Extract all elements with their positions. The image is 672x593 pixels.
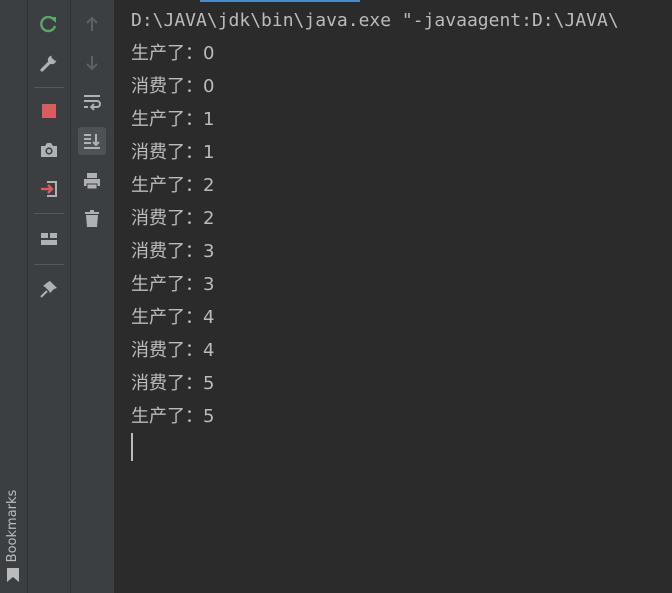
command-line: D:\JAVA\jdk\bin\java.exe "-javaagent:D:\… <box>131 10 619 31</box>
output-line: 生产了：2 <box>131 175 215 196</box>
layout-icon <box>41 233 57 245</box>
login-button[interactable] <box>35 175 63 203</box>
text-caret <box>131 433 133 461</box>
rerun-button[interactable] <box>35 10 63 38</box>
toolbar-separator <box>34 213 64 214</box>
bookmark-icon <box>7 568 19 582</box>
output-line: 生产了：4 <box>131 307 215 328</box>
bookmarks-tab[interactable]: Bookmarks <box>0 463 27 593</box>
tab-highlight <box>200 0 360 2</box>
toolbar-separator <box>34 264 64 265</box>
output-line: 消费了：4 <box>131 340 215 361</box>
screenshot-button[interactable] <box>35 136 63 164</box>
pin-icon <box>40 281 57 298</box>
output-line: 生产了：1 <box>131 109 215 130</box>
soft-wrap-button[interactable] <box>78 88 106 116</box>
stop-button[interactable] <box>35 97 63 125</box>
up-button[interactable] <box>78 10 106 38</box>
output-line: 消费了：1 <box>131 142 215 163</box>
pin-button[interactable] <box>35 275 63 303</box>
output-line: 生产了：5 <box>131 406 215 427</box>
arrow-up-icon <box>86 16 98 31</box>
console-toolbar <box>71 0 115 593</box>
output-line: 生产了：0 <box>131 43 215 64</box>
output-line: 消费了：0 <box>131 76 215 97</box>
settings-button[interactable] <box>35 49 63 77</box>
camera-icon <box>41 143 57 157</box>
print-button[interactable] <box>78 167 106 195</box>
wrench-icon <box>40 55 57 72</box>
output-line: 消费了：2 <box>131 208 215 229</box>
bookmarks-strip: Bookmarks <box>0 0 28 593</box>
trash-icon <box>85 210 99 227</box>
down-button[interactable] <box>78 49 106 77</box>
console-output[interactable]: D:\JAVA\jdk\bin\java.exe "-javaagent:D:\… <box>115 0 672 593</box>
clear-button[interactable] <box>78 205 106 233</box>
bookmarks-label: Bookmarks <box>5 489 20 563</box>
stop-icon <box>42 104 56 118</box>
layout-button[interactable] <box>35 225 63 253</box>
toolbar-separator <box>34 87 64 88</box>
soft-wrap-icon <box>84 95 101 111</box>
scroll-to-end-icon <box>84 134 100 149</box>
output-line: 消费了：5 <box>131 373 215 394</box>
output-line: 生产了：3 <box>131 274 215 295</box>
print-icon <box>84 173 100 190</box>
arrow-down-icon <box>86 56 98 71</box>
output-line: 消费了：3 <box>131 241 215 262</box>
scroll-to-end-button[interactable] <box>78 127 106 155</box>
login-icon <box>41 181 57 197</box>
rerun-icon <box>40 15 57 33</box>
run-toolbar <box>28 0 71 593</box>
